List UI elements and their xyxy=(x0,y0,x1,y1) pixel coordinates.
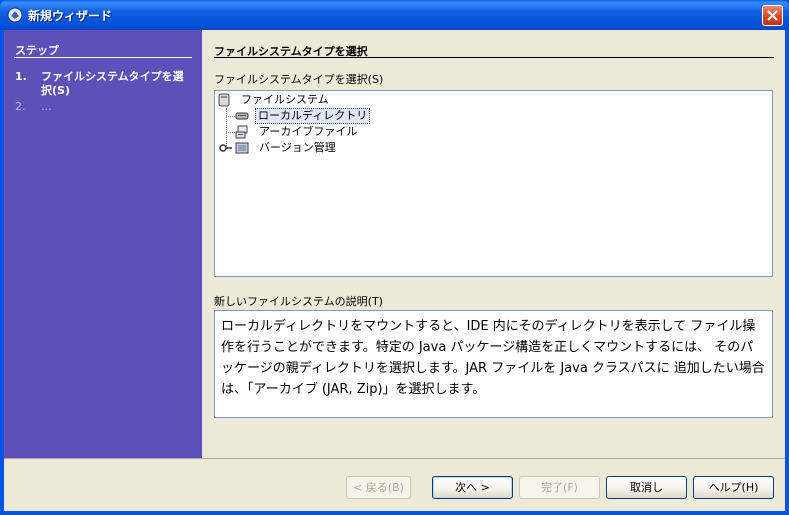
filesystem-type-label: ファイルシステムタイプを選択(S) xyxy=(214,73,384,86)
title-bar[interactable]: 新規ウィザード xyxy=(0,0,789,30)
step-number: 1. xyxy=(15,70,27,83)
tree-node-label: ローカルディレクトリ xyxy=(255,108,371,124)
back-button[interactable]: < 戻る(B) xyxy=(346,476,411,499)
finish-button[interactable]: 完了(F) xyxy=(519,476,600,499)
help-button[interactable]: ヘルプ(H) xyxy=(693,476,774,499)
content-panel: ファイルシステムタイプを選択 ファイルシステムタイプを選択(S) ファイルシステ… xyxy=(202,30,785,458)
filesystem-type-tree[interactable]: ファイルシステム ローカルディレクトリ アーカイブファイル バージョン管理 xyxy=(214,90,773,277)
steps-panel: ステップ 1. ファイルシステムタイプを選択(S) 2. ... xyxy=(4,30,202,458)
step-number: 2. xyxy=(15,100,26,113)
steps-divider xyxy=(14,57,192,58)
dialog-client: ステップ 1. ファイルシステムタイプを選択(S) 2. ... ファイルシステ… xyxy=(4,30,785,511)
cancel-button[interactable]: 取消し xyxy=(606,476,687,499)
next-button[interactable]: 次へ > xyxy=(432,476,513,499)
tree-node-label: アーカイブファイル xyxy=(259,125,358,138)
heading-divider xyxy=(214,57,774,58)
step-label: ファイルシステムタイプを選択(S) xyxy=(41,70,184,97)
tree-connector xyxy=(226,116,235,117)
window-title: 新規ウィザード xyxy=(28,9,113,23)
tree-connector xyxy=(226,132,235,133)
close-button[interactable] xyxy=(762,5,783,26)
description-label: 新しいファイルシステムの説明(T) xyxy=(214,295,383,308)
expand-handle-icon[interactable] xyxy=(219,141,233,160)
wizard-icon xyxy=(7,7,23,23)
step-label: ... xyxy=(41,100,52,113)
tree-node-label: バージョン管理 xyxy=(259,141,336,154)
filesystem-icon xyxy=(217,93,231,112)
wizard-window: 新規ウィザード ステップ 1. ファイルシステムタイプを選択(S) 2. ...… xyxy=(0,0,789,515)
description-text: ローカルディレクトリをマウントすると、IDE 内にそのディレクトリを表示して フ… xyxy=(214,310,773,418)
steps-title: ステップ xyxy=(15,44,59,57)
version-control-icon xyxy=(235,141,249,160)
tree-node-label: ファイルシステム xyxy=(241,93,329,106)
button-bar-divider xyxy=(4,458,785,459)
